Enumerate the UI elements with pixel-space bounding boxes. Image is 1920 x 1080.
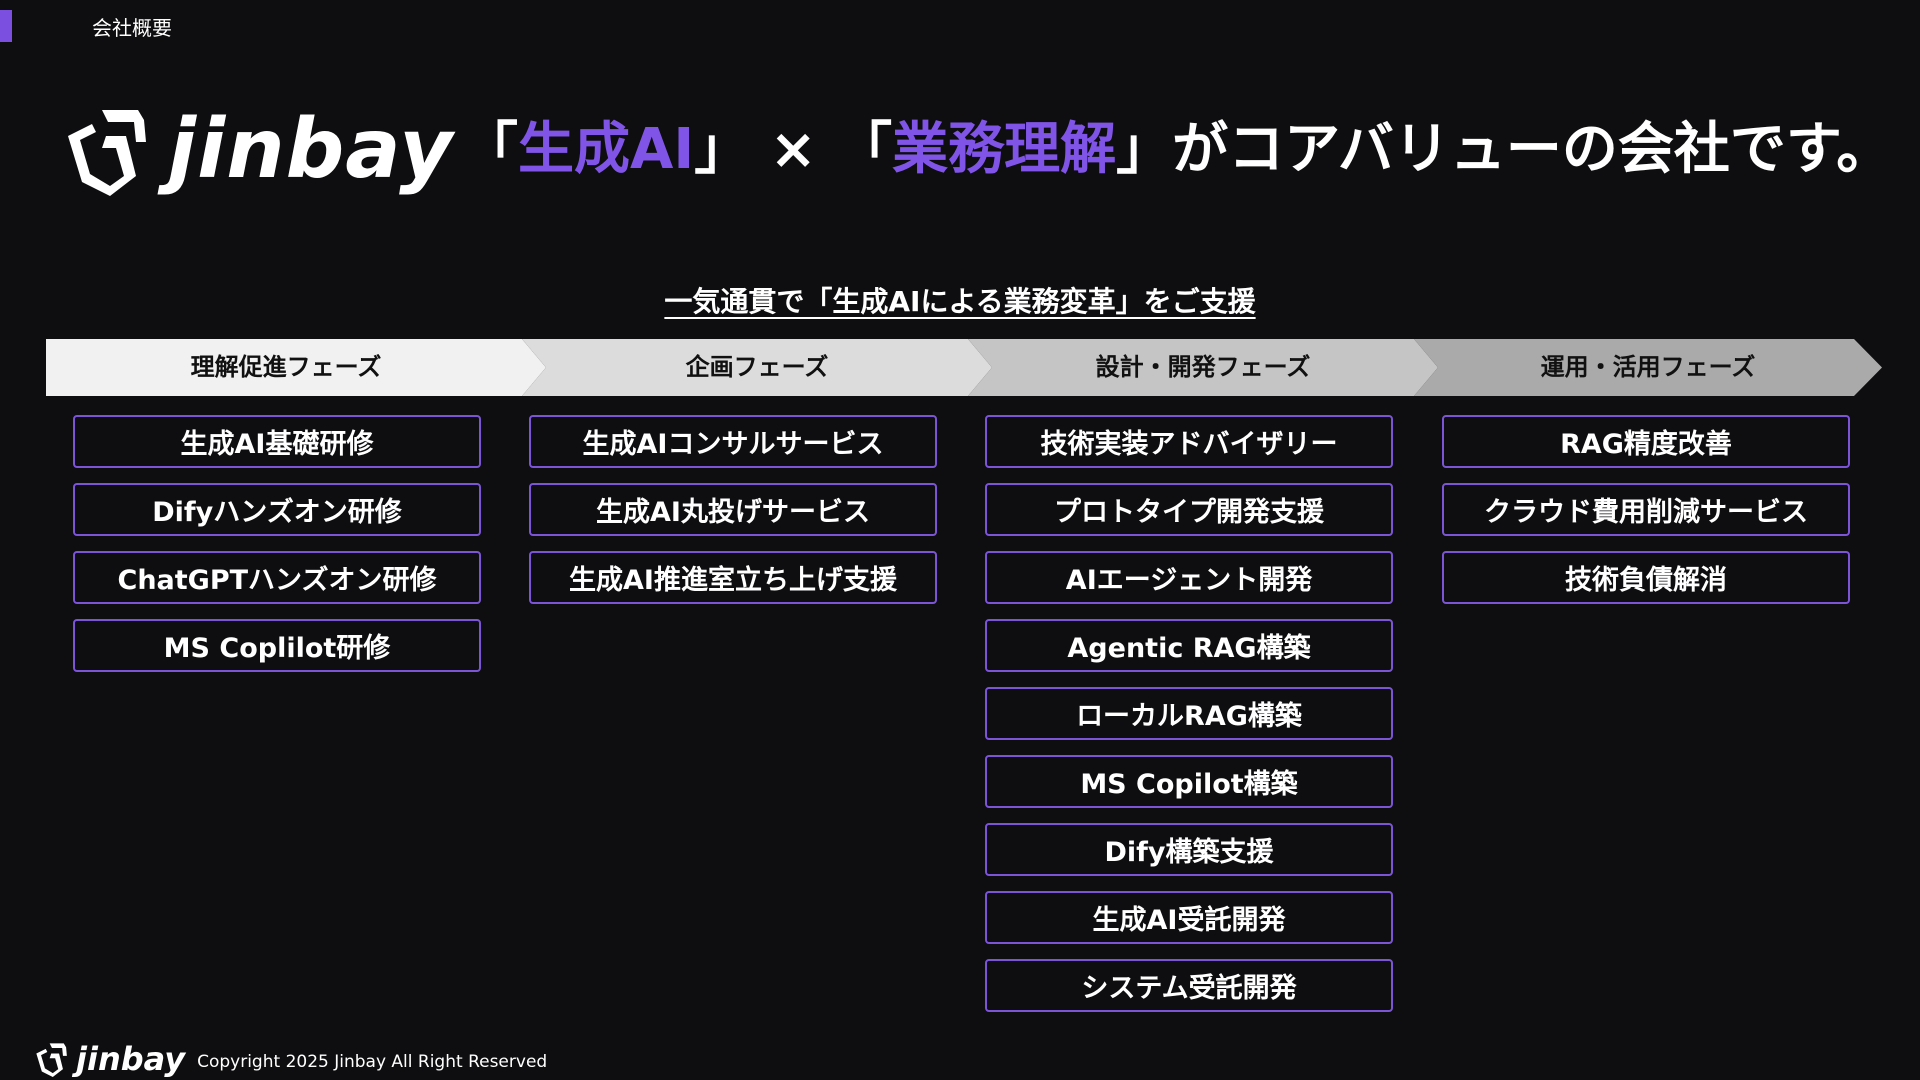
logo-text: jinbay: [168, 102, 454, 197]
phase-label: 設計・開発フェーズ: [1095, 353, 1311, 381]
section-label: 会社概要: [92, 16, 172, 40]
headline-highlight-business: 業務理解: [892, 117, 1117, 182]
service-card: ChatGPTハンズオン研修: [73, 551, 481, 604]
service-card: ローカルRAG構築: [985, 687, 1393, 740]
phase-planning: 企画フェーズ: [522, 339, 992, 396]
column-understanding: 生成AI基礎研修 Difyハンズオン研修 ChatGPTハンズオン研修 MS C…: [73, 415, 481, 687]
subtitle-text: 一気通貫で「生成AIによる業務変革」をご支援: [664, 285, 1256, 318]
jinbay-logo-icon: [36, 1043, 67, 1077]
headline: 「生成AI」 × 「業務理解」がコアバリューの会社です。: [462, 110, 1892, 190]
headline-rest: がコアバリューの会社です。: [1172, 117, 1893, 182]
service-card: クラウド費用削減サービス: [1442, 483, 1850, 536]
phase-label: 運用・活用フェーズ: [1540, 353, 1756, 381]
service-card: 生成AIコンサルサービス: [529, 415, 937, 468]
phase-understanding: 理解促進フェーズ: [46, 339, 546, 396]
jinbay-logo-icon: [68, 110, 146, 196]
column-operation: RAG精度改善 クラウド費用削減サービス 技術負債解消: [1442, 415, 1850, 619]
phase-operation: 運用・活用フェーズ: [1414, 339, 1882, 396]
service-card: RAG精度改善: [1442, 415, 1850, 468]
service-card: 生成AI推進室立ち上げ支援: [529, 551, 937, 604]
headline-bracket-close-2: 」: [1116, 117, 1173, 182]
footer-logo-text: jinbay: [76, 1040, 186, 1078]
service-card: 技術負債解消: [1442, 551, 1850, 604]
service-card: 技術実装アドバイザリー: [985, 415, 1393, 468]
service-card: Agentic RAG構築: [985, 619, 1393, 672]
phase-label: 企画フェーズ: [685, 353, 829, 381]
phase-label: 理解促進フェーズ: [190, 353, 382, 381]
service-card: MS Copilot構築: [985, 755, 1393, 808]
brand-logo: jinbay: [62, 102, 454, 198]
subtitle: 一気通貫で「生成AIによる業務変革」をご支援: [0, 280, 1920, 320]
headline-times: ×: [769, 117, 817, 182]
footer: jinbay Copyright 2025 Jinbay All Right R…: [34, 1040, 547, 1078]
service-card: MS Coplilot研修: [73, 619, 481, 672]
column-design-development: 技術実装アドバイザリー プロトタイプ開発支援 AIエージェント開発 Agenti…: [985, 415, 1393, 1027]
service-card: 生成AI受託開発: [985, 891, 1393, 944]
service-card: システム受託開発: [985, 959, 1393, 1012]
service-card: Dify構築支援: [985, 823, 1393, 876]
headline-bracket-open-2: 「: [836, 117, 893, 182]
service-card: Difyハンズオン研修: [73, 483, 481, 536]
headline-bracket-close-1: 」: [694, 117, 751, 182]
headline-highlight-generative-ai: 生成AI: [518, 117, 695, 182]
slide: 会社概要 jinbay 「生成AI」 × 「業務理解」がコアバリューの会社です。…: [0, 0, 1920, 1080]
phase-design-development: 設計・開発フェーズ: [968, 339, 1438, 396]
service-card: 生成AI丸投げサービス: [529, 483, 937, 536]
headline-bracket-open-1: 「: [462, 117, 518, 182]
service-card: 生成AI基礎研修: [73, 415, 481, 468]
copyright: Copyright 2025 Jinbay All Right Reserved: [197, 1052, 548, 1072]
accent-bar: [0, 10, 12, 42]
column-planning: 生成AIコンサルサービス 生成AI丸投げサービス 生成AI推進室立ち上げ支援: [529, 415, 937, 619]
service-card: AIエージェント開発: [985, 551, 1393, 604]
service-card: プロトタイプ開発支援: [985, 483, 1393, 536]
